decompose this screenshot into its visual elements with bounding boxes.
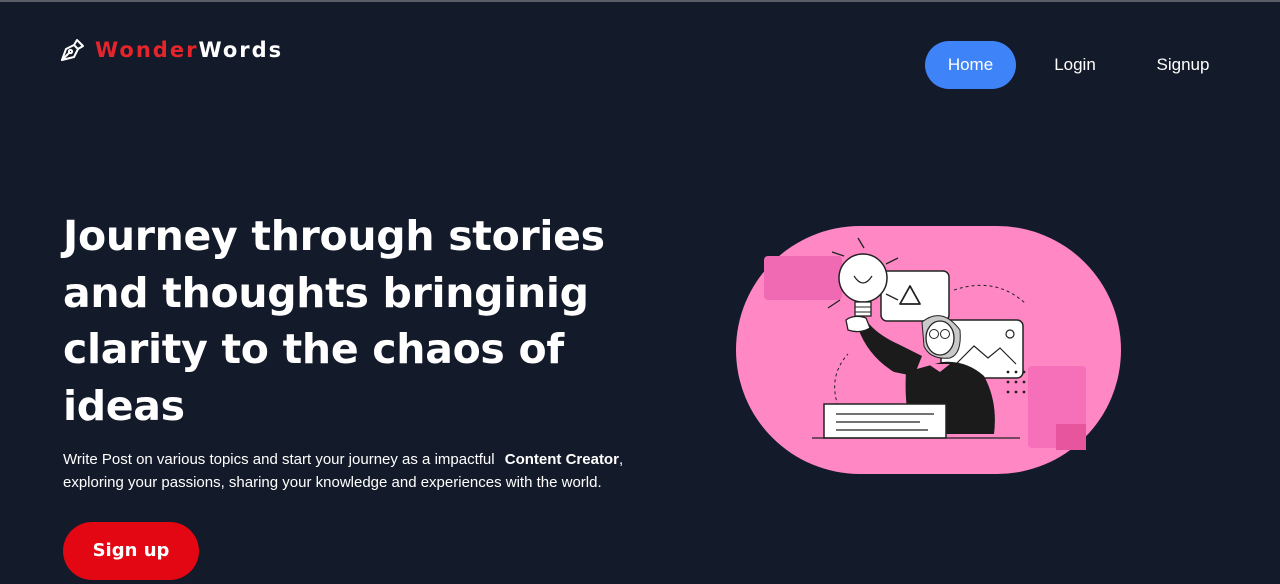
window-top-border (0, 0, 1280, 2)
headline-line: clarity to the chaos of (63, 325, 564, 373)
hero-illustration (736, 226, 1121, 474)
main-nav: Home Login Signup (0, 41, 1280, 89)
nav-signup-link[interactable]: Signup (1138, 41, 1228, 89)
content-creator-highlight: Content Creator (504, 451, 619, 468)
hero-description-part2: , (618, 451, 624, 468)
signup-cta-button[interactable]: Sign up (63, 522, 199, 580)
hero-description-line2: exploring your passions, sharing your kn… (63, 474, 602, 491)
headline-line: ideas (63, 381, 185, 430)
nav-home-button[interactable]: Home (925, 41, 1016, 89)
hero-description: Write Post on various topics and start y… (63, 448, 663, 494)
dot-pattern-bottom-right (1028, 366, 1086, 450)
hero-headline: Journey through stories and thoughts bri… (63, 208, 623, 434)
headline-line: and thoughts bringinig (63, 268, 589, 317)
nav-login-link[interactable]: Login (1036, 41, 1114, 89)
headline-line: Journey through stories (63, 212, 605, 260)
hero-description-part1: Write Post on various topics and start y… (63, 451, 495, 468)
dot-pattern-top-left (764, 256, 842, 300)
